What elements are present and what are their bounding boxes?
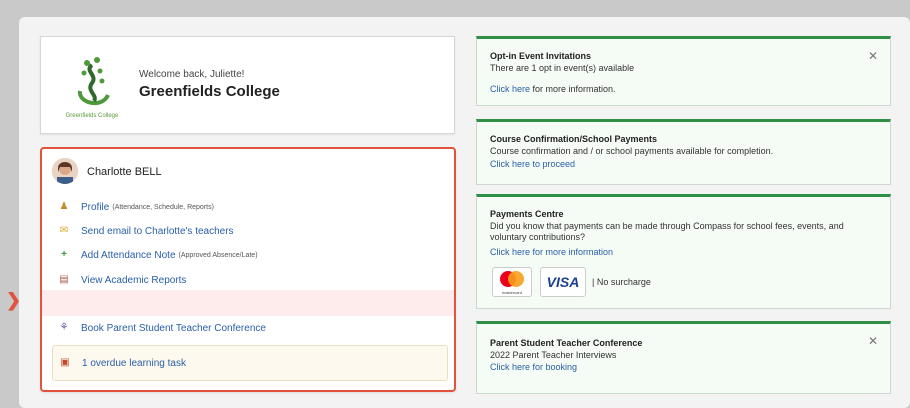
payments-link[interactable]: Click here for more information	[490, 247, 613, 257]
optin-card: ✕ Opt-in Event Invitations There are 1 o…	[476, 36, 891, 106]
welcome-card: Greenfields College Welcome back, Juliet…	[40, 36, 455, 134]
student-name: Charlotte BELL	[87, 166, 162, 178]
profile-icon: ♟	[59, 201, 69, 212]
course-body: Course confirmation and / or school paym…	[490, 146, 774, 156]
student-avatar	[52, 158, 78, 184]
payments-card: Payments Centre Did you know that paymen…	[476, 194, 891, 309]
conference-icon: ⚘	[59, 322, 69, 333]
optin-link-row: Click here for more information.	[490, 84, 616, 94]
pointer-arrow-icon: ❯	[6, 290, 22, 310]
profile-link[interactable]: ♟ Profile (Attendance, Schedule, Reports…	[58, 201, 214, 213]
conference-body: 2022 Parent Teacher Interviews	[490, 350, 617, 360]
payments-body: Did you know that payments can be made t…	[490, 221, 844, 242]
overdue-task-link[interactable]: ▣ 1 overdue learning task	[59, 357, 186, 369]
school-logo	[58, 51, 128, 121]
highlighted-row[interactable]	[42, 290, 454, 316]
school-name: Greenfields College	[139, 83, 280, 100]
optin-body: There are 1 opt in event(s) available	[490, 63, 635, 73]
conference-card: ✕ Parent Student Teacher Conference 2022…	[476, 321, 891, 394]
overdue-task-box[interactable]: ▣ 1 overdue learning task	[52, 345, 448, 381]
mastercard-label: mastercard	[501, 290, 522, 295]
payment-methods: mastercard VISA | No surcharge	[492, 267, 651, 297]
optin-link[interactable]: Click here	[490, 84, 530, 94]
course-card: Course Confirmation/School Payments Cour…	[476, 119, 891, 185]
email-icon: ✉	[59, 225, 69, 236]
plus-icon: +	[61, 249, 67, 260]
close-icon[interactable]: ✕	[868, 49, 878, 63]
conference-title: Parent Student Teacher Conference	[490, 338, 643, 348]
payments-title: Payments Centre	[490, 209, 564, 219]
student-card: Charlotte BELL ♟ Profile (Attendance, Sc…	[40, 147, 456, 392]
optin-link-suffix: for more information.	[530, 84, 616, 94]
task-icon: ▣	[60, 357, 70, 368]
add-attendance-note-link[interactable]: + Add Attendance Note (Approved Absence/…	[58, 249, 257, 261]
view-academic-reports-link[interactable]: ▤ View Academic Reports	[58, 274, 186, 286]
close-icon[interactable]: ✕	[868, 334, 878, 348]
logo-text: Greenfields College	[65, 113, 119, 119]
report-icon: ▤	[59, 274, 69, 285]
welcome-greeting: Welcome back, Juliette!	[139, 69, 245, 80]
course-title: Course Confirmation/School Payments	[490, 134, 658, 144]
optin-title: Opt-in Event Invitations	[490, 51, 592, 61]
send-email-link[interactable]: ✉ Send email to Charlotte's teachers	[58, 225, 234, 237]
visa-icon: VISA	[540, 267, 586, 297]
mastercard-icon: mastercard	[492, 267, 532, 297]
conference-link[interactable]: Click here for booking	[490, 362, 577, 372]
course-link[interactable]: Click here to proceed	[490, 159, 575, 169]
surcharge-label: | No surcharge	[592, 277, 651, 287]
book-conference-link[interactable]: ⚘ Book Parent Student Teacher Conference	[58, 322, 266, 334]
